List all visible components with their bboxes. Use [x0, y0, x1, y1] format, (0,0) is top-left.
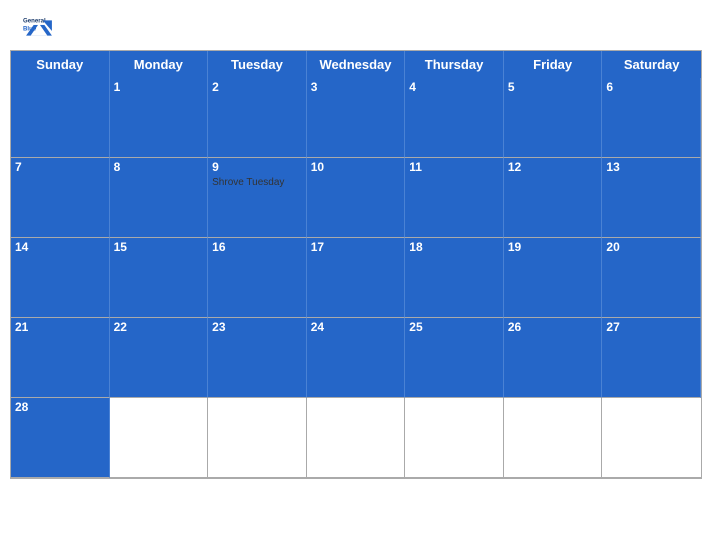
date-number: 20	[606, 240, 696, 254]
cal-cell: 7	[11, 158, 110, 238]
date-number: 25	[409, 320, 499, 334]
date-number: 4	[409, 80, 499, 94]
date-number: 17	[311, 240, 401, 254]
date-number: 10	[311, 160, 401, 174]
cal-cell: 5	[504, 78, 603, 158]
svg-text:Blue: Blue	[23, 25, 37, 32]
cal-cell	[11, 78, 110, 158]
svg-text:General: General	[23, 18, 46, 25]
date-number: 14	[15, 240, 105, 254]
date-number: 9	[212, 160, 302, 174]
date-number: 19	[508, 240, 598, 254]
day-header-wednesday: Wednesday	[307, 51, 406, 78]
calendar: SundayMondayTuesdayWednesdayThursdayFrid…	[10, 50, 702, 479]
cal-cell: 25	[405, 318, 504, 398]
cal-cell: 24	[307, 318, 406, 398]
date-number: 5	[508, 80, 598, 94]
day-header-friday: Friday	[504, 51, 603, 78]
cal-cell: 16	[208, 238, 307, 318]
cal-cell: 1	[110, 78, 209, 158]
day-header-saturday: Saturday	[602, 51, 701, 78]
date-number: 7	[15, 160, 105, 174]
date-number: 15	[114, 240, 204, 254]
calendar-grid: 123456789Shrove Tuesday10111213141516171…	[11, 78, 701, 478]
date-number: 26	[508, 320, 598, 334]
cal-cell	[307, 398, 406, 478]
cal-cell: 18	[405, 238, 504, 318]
cal-cell: 14	[11, 238, 110, 318]
logo: General Blue	[20, 14, 58, 42]
day-header-monday: Monday	[110, 51, 209, 78]
cal-cell	[602, 398, 701, 478]
date-number: 21	[15, 320, 105, 334]
cal-cell: 12	[504, 158, 603, 238]
cal-cell: 27	[602, 318, 701, 398]
cal-cell: 19	[504, 238, 603, 318]
date-number: 18	[409, 240, 499, 254]
day-headers: SundayMondayTuesdayWednesdayThursdayFrid…	[11, 51, 701, 78]
date-number: 2	[212, 80, 302, 94]
cal-cell: 15	[110, 238, 209, 318]
cal-cell: 3	[307, 78, 406, 158]
date-number: 12	[508, 160, 598, 174]
day-header-thursday: Thursday	[405, 51, 504, 78]
cal-cell: 17	[307, 238, 406, 318]
day-header-tuesday: Tuesday	[208, 51, 307, 78]
cal-cell: 13	[602, 158, 701, 238]
cal-cell	[208, 398, 307, 478]
date-number: 8	[114, 160, 204, 174]
cal-cell: 6	[602, 78, 701, 158]
cal-cell: 23	[208, 318, 307, 398]
cal-cell: 4	[405, 78, 504, 158]
cal-cell	[405, 398, 504, 478]
logo-icon: General Blue	[20, 14, 58, 42]
date-number: 24	[311, 320, 401, 334]
cal-cell: 8	[110, 158, 209, 238]
day-header-sunday: Sunday	[11, 51, 110, 78]
date-number: 23	[212, 320, 302, 334]
event-label: Shrove Tuesday	[212, 176, 302, 189]
cal-cell: 22	[110, 318, 209, 398]
date-number: 3	[311, 80, 401, 94]
date-number: 13	[606, 160, 696, 174]
date-number: 11	[409, 160, 499, 174]
cal-cell: 9 Shrove Tuesday	[208, 158, 307, 238]
date-number: 22	[114, 320, 204, 334]
date-number: 1	[114, 80, 204, 94]
calendar-header: General Blue	[10, 10, 702, 44]
cal-cell: 11	[405, 158, 504, 238]
cal-cell: 2	[208, 78, 307, 158]
cal-cell: 28	[11, 398, 110, 478]
cal-cell: 21	[11, 318, 110, 398]
cal-cell: 26	[504, 318, 603, 398]
date-number: 27	[606, 320, 696, 334]
cal-cell	[110, 398, 209, 478]
date-number: 28	[15, 400, 105, 414]
cal-cell: 20	[602, 238, 701, 318]
date-number: 6	[606, 80, 696, 94]
date-number: 16	[212, 240, 302, 254]
cal-cell	[504, 398, 603, 478]
cal-cell: 10	[307, 158, 406, 238]
